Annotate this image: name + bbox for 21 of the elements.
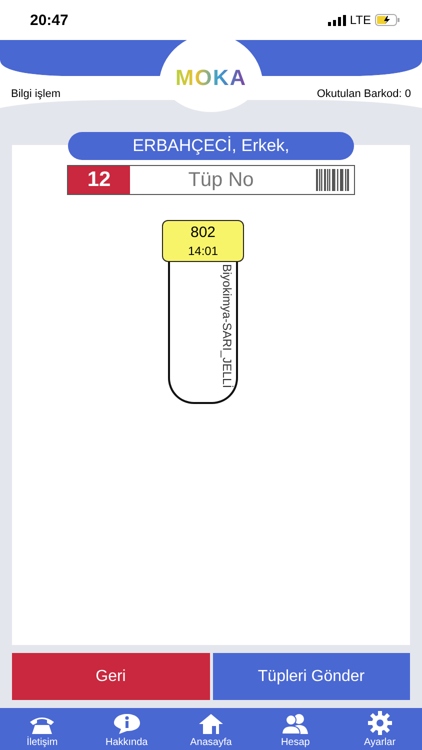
tab-item[interactable]: Hesap <box>253 708 338 750</box>
battery-icon <box>375 14 400 26</box>
tube-time: 14:01 <box>188 244 218 258</box>
patient-name: ERBAHÇECİ, Erkek, <box>68 132 354 160</box>
info-bubble-icon <box>112 713 141 735</box>
user-label: Bilgi işlem <box>11 88 61 100</box>
back-button[interactable]: Geri <box>12 653 210 700</box>
tab-item[interactable]: Hakkında <box>84 708 169 750</box>
people-icon <box>281 713 310 735</box>
tab-item[interactable]: Ayarlar <box>338 708 422 750</box>
tube-number: 802 <box>190 224 216 241</box>
signal-icon <box>328 14 346 26</box>
barcode-count: Okutulan Barkod: 0 <box>316 88 411 100</box>
tab-item[interactable]: İletişim <box>0 708 84 750</box>
home-icon <box>198 713 224 735</box>
send-button[interactable]: Tüpleri Gönder <box>212 653 410 700</box>
network-label: LTE <box>350 13 371 27</box>
test-name: Biyokimya-SARI_JELLİ <box>220 264 234 388</box>
tab-item[interactable]: Anasayfa <box>168 708 254 750</box>
clock: 20:47 <box>30 12 68 28</box>
telephone-icon <box>29 715 56 735</box>
